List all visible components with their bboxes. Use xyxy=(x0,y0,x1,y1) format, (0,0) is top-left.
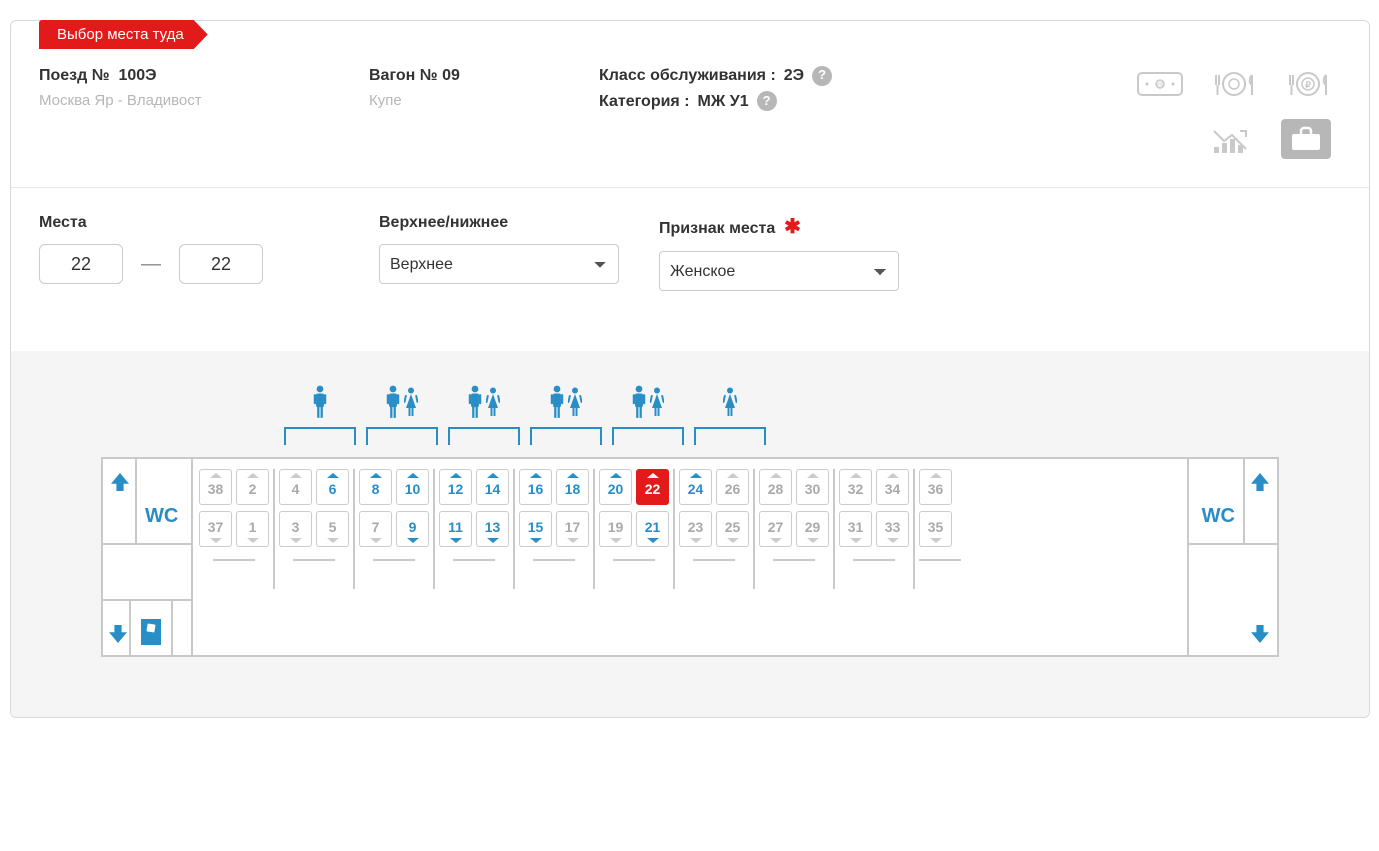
filters: Места — Верхнее/нижнее Верхнее Признак м… xyxy=(11,187,1369,351)
car-schema: WC 3823714635810791214111316181517202219… xyxy=(101,457,1279,657)
compartment: 20221921 xyxy=(597,469,671,655)
compartment: 28302729 xyxy=(757,469,831,655)
required-icon: ✱ xyxy=(784,216,801,238)
paid-meal-icon[interactable]: ₽ xyxy=(1285,67,1331,101)
train-label: Поезд № xyxy=(39,67,110,84)
seat-26: 26 xyxy=(716,469,749,505)
seat-1: 1 xyxy=(236,511,269,547)
seat-7: 7 xyxy=(359,511,392,547)
help-icon[interactable]: ? xyxy=(812,66,832,86)
water-cooler-icon xyxy=(141,619,161,645)
seat-15[interactable]: 15 xyxy=(519,511,552,547)
seat-22[interactable]: 22 xyxy=(636,469,669,505)
arrow-up-icon xyxy=(1251,473,1269,491)
seat-10[interactable]: 10 xyxy=(396,469,429,505)
eticket-icon[interactable]: @ xyxy=(1137,67,1183,101)
luggage-icon[interactable] xyxy=(1281,119,1331,159)
seat-33: 33 xyxy=(876,511,909,547)
arrow-up-icon xyxy=(111,473,129,491)
compartment-legend xyxy=(101,381,1279,451)
meal-icon[interactable] xyxy=(1211,67,1257,101)
female-icon xyxy=(723,381,737,419)
seat-from-input[interactable] xyxy=(39,244,123,284)
category-value: МЖ У1 xyxy=(698,89,749,115)
seat-selection-panel: Выбор места туда Поезд № 100Э Москва Яр … xyxy=(10,20,1370,718)
seat-to-input[interactable] xyxy=(179,244,263,284)
seat-17: 17 xyxy=(556,511,589,547)
compartment: 24262325 xyxy=(677,469,751,655)
seat-5: 5 xyxy=(316,511,349,547)
car-end-left: WC xyxy=(103,459,193,655)
car-type: Купе xyxy=(369,89,599,113)
seat-11[interactable]: 11 xyxy=(439,511,472,547)
seat-36: 36 xyxy=(919,469,952,505)
seat-16[interactable]: 16 xyxy=(519,469,552,505)
seat-12[interactable]: 12 xyxy=(439,469,472,505)
compartment: 32343133 xyxy=(837,469,911,655)
mixed-icon xyxy=(386,381,418,419)
dynamic-pricing-icon[interactable] xyxy=(1207,122,1253,156)
gender-label: Признак места xyxy=(659,220,775,237)
seat-35: 35 xyxy=(919,511,952,547)
seat-38: 38 xyxy=(199,469,232,505)
seat-3: 3 xyxy=(279,511,312,547)
seat-6[interactable]: 6 xyxy=(316,469,349,505)
seat-28: 28 xyxy=(759,469,792,505)
seat-9[interactable]: 9 xyxy=(396,511,429,547)
seat-23: 23 xyxy=(679,511,712,547)
mixed-icon xyxy=(468,381,500,419)
seat-14[interactable]: 14 xyxy=(476,469,509,505)
compartments: 3823714635810791214111316181517202219212… xyxy=(193,459,1187,655)
gender-select[interactable]: Женское xyxy=(659,251,899,291)
compartment: 16181517 xyxy=(517,469,591,655)
svg-text:₽: ₽ xyxy=(1305,80,1311,90)
seat-20[interactable]: 20 xyxy=(599,469,632,505)
male-icon xyxy=(313,381,327,419)
seat-4: 4 xyxy=(279,469,312,505)
train-number: 100Э xyxy=(118,67,156,84)
train-route: Москва Яр - Владивост xyxy=(39,89,369,113)
compartment: 4635 xyxy=(277,469,351,655)
seat-27: 27 xyxy=(759,511,792,547)
compartment: 3635 xyxy=(917,469,963,655)
mixed-icon xyxy=(550,381,582,419)
service-icons: @ ₽ xyxy=(1137,63,1341,159)
range-dash: — xyxy=(141,253,161,276)
ribbon-title: Выбор места туда xyxy=(39,20,208,49)
seat-18[interactable]: 18 xyxy=(556,469,589,505)
arrow-down-icon xyxy=(109,625,127,643)
wc-label: WC xyxy=(1202,505,1235,528)
seat-25: 25 xyxy=(716,511,749,547)
seat-19: 19 xyxy=(599,511,632,547)
compartment: 81079 xyxy=(357,469,431,655)
category-key: Категория : xyxy=(599,89,690,115)
car-end-right: WC xyxy=(1187,459,1277,655)
berth-select[interactable]: Верхнее xyxy=(379,244,619,284)
seat-21[interactable]: 21 xyxy=(636,511,669,547)
seat-24[interactable]: 24 xyxy=(679,469,712,505)
compartment: 382371 xyxy=(197,469,271,655)
arrow-down-icon xyxy=(1251,625,1269,643)
car-label: Вагон № 09 xyxy=(369,63,599,89)
car-map: WC 3823714635810791214111316181517202219… xyxy=(11,351,1369,717)
wc-label: WC xyxy=(145,505,178,528)
seat-29: 29 xyxy=(796,511,829,547)
help-icon[interactable]: ? xyxy=(757,91,777,111)
seat-2: 2 xyxy=(236,469,269,505)
seats-label: Места xyxy=(39,214,379,232)
seat-34: 34 xyxy=(876,469,909,505)
seat-31: 31 xyxy=(839,511,872,547)
mixed-icon xyxy=(632,381,664,419)
seat-30: 30 xyxy=(796,469,829,505)
service-class-value: 2Э xyxy=(784,63,804,89)
seat-8[interactable]: 8 xyxy=(359,469,392,505)
service-class-key: Класс обслуживания : xyxy=(599,63,776,89)
header: Поезд № 100Э Москва Яр - Владивост Вагон… xyxy=(11,49,1369,187)
seat-32: 32 xyxy=(839,469,872,505)
seat-37: 37 xyxy=(199,511,232,547)
compartment: 12141113 xyxy=(437,469,511,655)
svg-text:@: @ xyxy=(1156,82,1163,89)
berth-label: Верхнее/нижнее xyxy=(379,214,659,232)
seat-13[interactable]: 13 xyxy=(476,511,509,547)
